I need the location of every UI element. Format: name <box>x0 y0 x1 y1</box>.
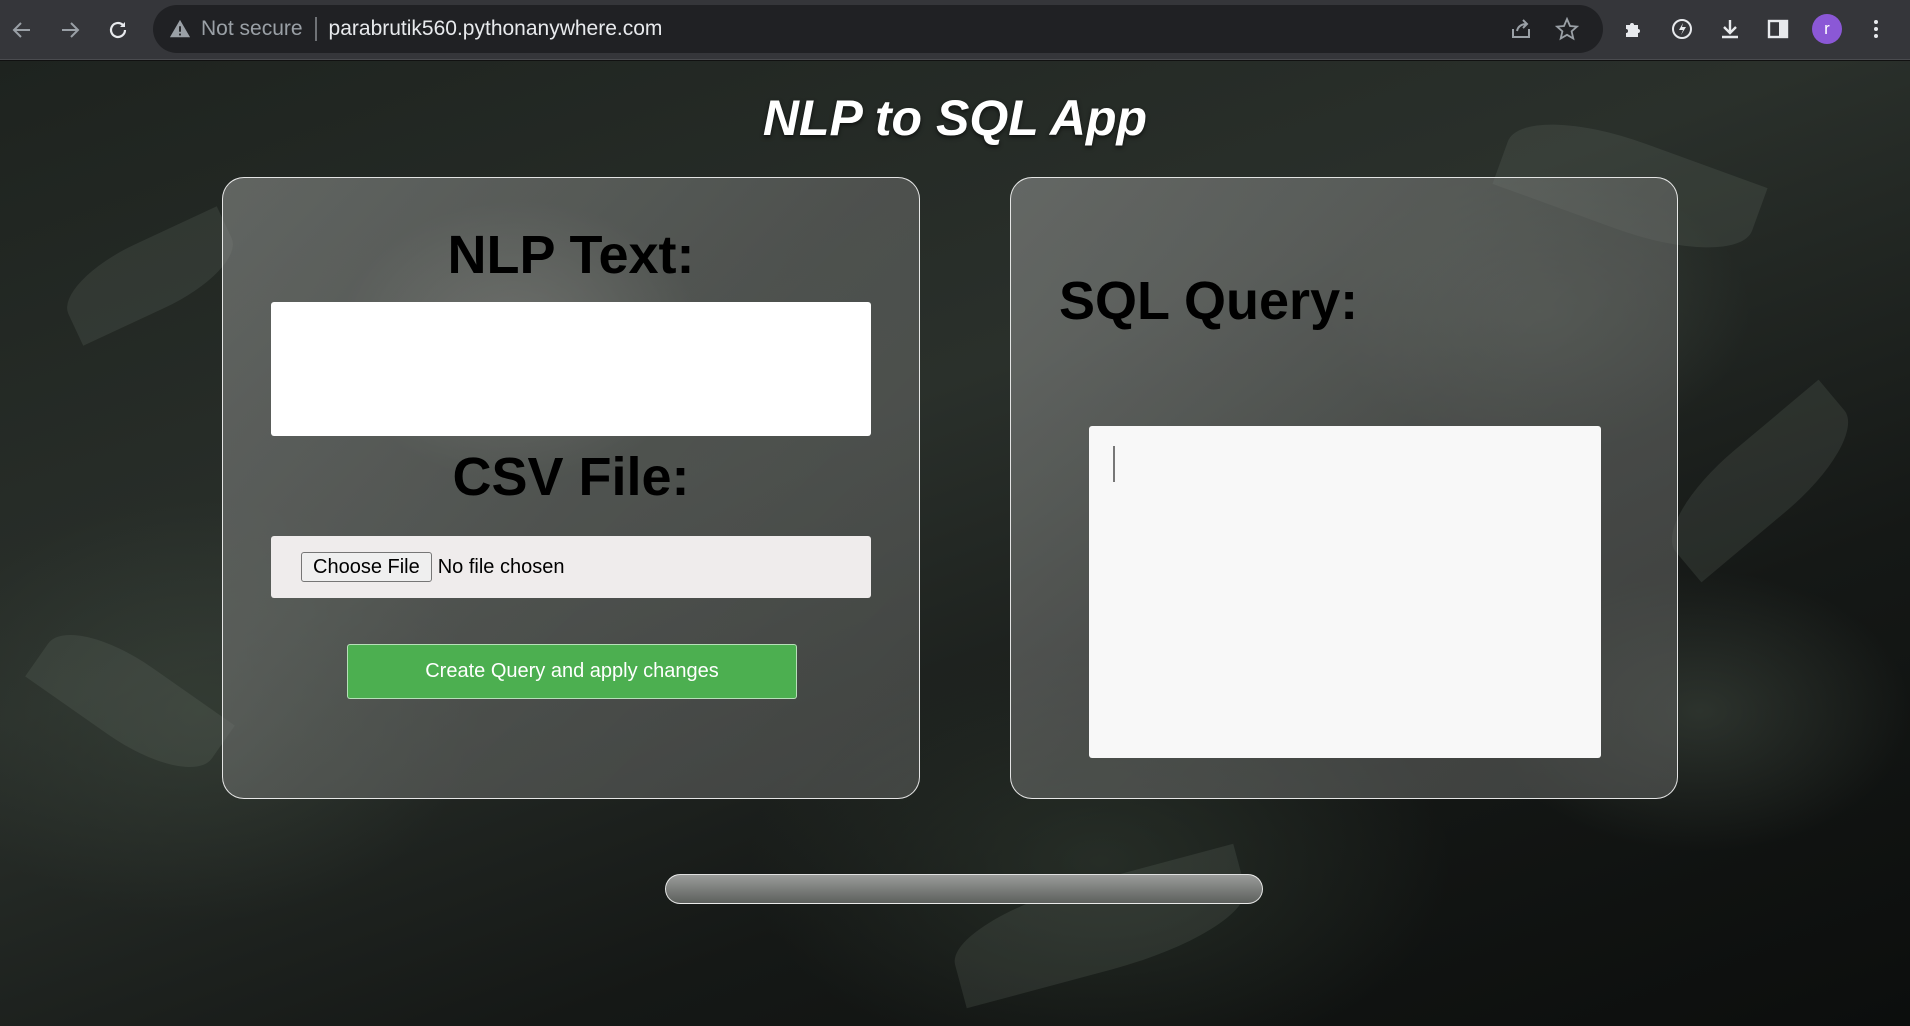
leaf-decoration <box>1650 379 1870 583</box>
divider <box>314 17 317 41</box>
side-panel-icon[interactable] <box>1764 15 1792 43</box>
bookmark-star-icon[interactable] <box>1553 15 1581 43</box>
extension-refresh-icon[interactable] <box>1668 15 1696 43</box>
file-status-text: No file chosen <box>437 555 565 578</box>
browser-toolbar: Not secure parabrutik560.pythonanywhere.… <box>0 0 1910 60</box>
back-button[interactable] <box>4 12 40 48</box>
progress-bar <box>665 874 1263 904</box>
leaf-decoration <box>943 843 1257 1009</box>
page-title: NLP to SQL App <box>762 90 1148 146</box>
reload-button[interactable] <box>100 12 136 48</box>
sql-panel: SQL Query: <box>1010 177 1678 799</box>
nlp-panel: NLP Text: CSV File: Choose File No file … <box>222 177 920 799</box>
reload-icon <box>109 21 127 39</box>
download-icon[interactable] <box>1716 15 1744 43</box>
url-text[interactable]: parabrutik560.pythonanywhere.com <box>329 17 663 41</box>
sql-heading: SQL Query: <box>1059 271 1359 331</box>
forward-button[interactable] <box>52 12 88 48</box>
nlp-heading: NLP Text: <box>447 225 695 285</box>
address-bar[interactable]: Not secure parabrutik560.pythonanywhere.… <box>153 5 1603 53</box>
page-background: NLP to SQL App NLP Text: CSV File: Choos… <box>0 61 1910 1026</box>
leaf-decoration <box>25 610 235 792</box>
csv-file-input[interactable]: Choose File No file chosen <box>271 536 871 598</box>
profile-avatar[interactable]: r <box>1812 14 1842 44</box>
arrow-left-icon <box>12 22 30 38</box>
choose-file-button[interactable]: Choose File <box>301 552 432 582</box>
arrow-right-icon <box>62 22 80 38</box>
text-caret <box>1113 446 1115 482</box>
sql-query-textarea[interactable] <box>1089 426 1601 758</box>
extensions-puzzle-icon[interactable] <box>1620 15 1648 43</box>
menu-kebab-icon[interactable] <box>1862 15 1890 43</box>
share-icon[interactable] <box>1507 15 1535 43</box>
csv-heading: CSV File: <box>452 447 690 507</box>
create-query-button[interactable]: Create Query and apply changes <box>347 644 797 699</box>
nlp-text-input[interactable] <box>271 302 871 436</box>
leaf-decoration <box>53 206 247 346</box>
warning-icon <box>169 19 191 38</box>
security-label[interactable]: Not secure <box>201 17 303 41</box>
